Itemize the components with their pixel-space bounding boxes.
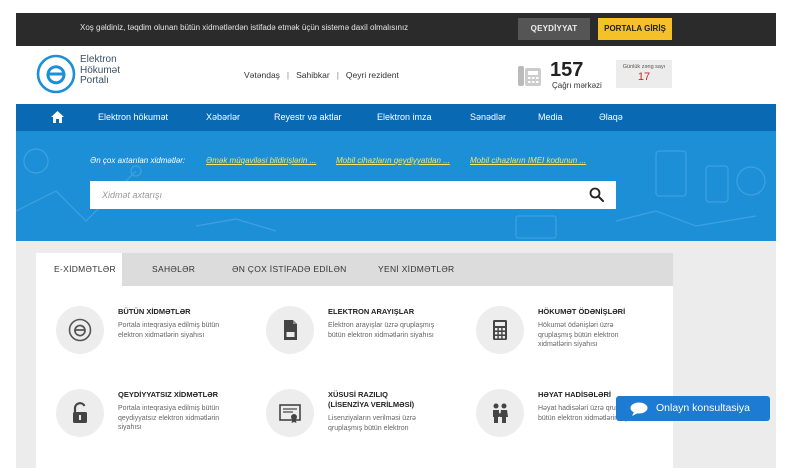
header: Elektron Hökumət Portalı Vətəndaş | Sahibk…: [16, 46, 776, 104]
phone-icon: [518, 66, 541, 86]
service-icon-circle: [476, 389, 524, 437]
tab-e-services[interactable]: E-XİDMƏTLƏR: [36, 253, 122, 286]
unlock-icon: [73, 402, 87, 423]
nav-item-e-signature[interactable]: Elektron imza: [377, 112, 432, 122]
tab-new-services[interactable]: YENİ XİDMƏTLƏR: [378, 253, 455, 286]
popular-service-link[interactable]: Əmək müqaviləsi bildirişlərin ...: [206, 156, 316, 165]
separator: |: [336, 70, 339, 80]
service-card-all[interactable]: BÜTÜN XİDMƏTLƏR Portala inteqrasiya edil…: [56, 306, 256, 376]
document-icon: [284, 320, 297, 340]
daily-calls-box: Günlük zəng sayı 17: [616, 60, 672, 88]
register-button[interactable]: QEYDİYYAT: [518, 18, 590, 40]
search-hero: Ən çox axtarılan xidmətlər: Əmək müqavil…: [16, 131, 776, 241]
nav-item-e-government[interactable]: Elektron hökumət: [98, 112, 168, 122]
service-title: HÖKUMƏT ÖDƏNİŞLƏRİ: [538, 307, 626, 316]
service-icon-circle: [266, 306, 314, 354]
daily-calls-label: Günlük zəng sayı: [622, 64, 666, 70]
popular-services-label: Ən çox axtarılan xidmətlər:: [90, 156, 186, 165]
service-title: HƏYAT HADİSƏLƏRİ: [538, 390, 612, 399]
call-center-number[interactable]: 157: [550, 59, 583, 82]
service-description: Lisenziyaların verilməsi üzrə qruplaşmış…: [328, 415, 416, 432]
popular-service-link[interactable]: Mobil cihazların qeydiyyatdan ...: [336, 156, 450, 165]
top-bar: Xoş gəldiniz, təqdim olunan bütün xidmət…: [16, 13, 776, 46]
service-title: XÜSUSİ RAZILIQ (LİSENZİYA VERİLMƏSİ): [328, 390, 415, 409]
main-nav: Elektron hökumət Xəbərlər Reyestr və akt…: [16, 104, 776, 131]
calculator-icon: [493, 320, 507, 340]
service-card-unregistered[interactable]: QEYDİYYATSIZ XİDMƏTLƏR Portala inteqrasi…: [56, 389, 256, 459]
separator: |: [286, 70, 290, 80]
user-type-citizen-link[interactable]: Vətəndaş: [244, 70, 280, 80]
nav-item-news[interactable]: Xəbərlər: [206, 112, 240, 122]
nav-item-contact[interactable]: Əlaqə: [599, 112, 623, 122]
tab-most-used[interactable]: ƏN ÇOX İSTİFADƏ EDİLƏN: [232, 253, 347, 286]
user-type-nav: Vətəndaş | Sahibkar | Qeyri rezident: [244, 70, 399, 80]
logo-line: Elektron: [80, 54, 117, 65]
service-title: QEYDİYYATSIZ XİDMƏTLƏR: [118, 390, 219, 399]
logo-text[interactable]: Elektron Hökumət Portalı: [80, 54, 120, 87]
service-icon-circle: [476, 306, 524, 354]
nav-item-documents[interactable]: Sənədlər: [470, 112, 506, 122]
logo-line: Portalı: [80, 75, 109, 86]
online-consultation-label: Onlayn konsultasiya: [656, 402, 750, 414]
service-description: Portala inteqrasiya edilmiş bütün qeydiy…: [118, 405, 220, 431]
daily-calls-value: 17: [637, 71, 651, 83]
user-type-entrepreneur-link[interactable]: Sahibkar: [296, 70, 330, 80]
chat-bubble-icon: [630, 402, 648, 416]
family-icon: [493, 403, 508, 423]
search-placeholder: Xidmət axtarışı: [102, 190, 163, 200]
nav-item-registry[interactable]: Reyestr və aktlar: [274, 112, 342, 122]
portal-page: Xoş gəldiniz, təqdim olunan bütün xidmət…: [16, 13, 776, 468]
portal-login-button[interactable]: PORTALA GİRİŞ: [598, 18, 672, 40]
service-title: ELEKTRON ARAYIŞLAR: [328, 307, 415, 316]
e-logo-icon: [68, 318, 92, 342]
service-card-licenses[interactable]: XÜSUSİ RAZILIQ (LİSENZİYA VERİLMƏSİ) Lis…: [266, 389, 466, 459]
service-card-payments[interactable]: HÖKUMƏT ÖDƏNİŞLƏRİ Hökumət ödənişləri üz…: [476, 306, 676, 376]
service-description: Elektron arayışlar üzrə qruplaşmış bütün…: [328, 322, 435, 339]
service-search-input[interactable]: Xidmət axtarışı: [90, 181, 616, 209]
popular-service-link[interactable]: Mobil cihazların IMEI kodunun ...: [470, 156, 586, 165]
call-center-label: Çağrı mərkəzi: [552, 81, 602, 90]
nav-item-media[interactable]: Media: [538, 112, 563, 122]
certificate-icon: [279, 404, 301, 423]
services-tabs: E-XİDMƏTLƏR SAHƏLƏR ƏN ÇOX İSTİFADƏ EDİL…: [36, 253, 673, 286]
service-icon-circle: [266, 389, 314, 437]
services-panel: BÜTÜN XİDMƏTLƏR Portala inteqrasiya edil…: [36, 286, 673, 468]
welcome-message: Xoş gəldiniz, təqdim olunan bütün xidmət…: [80, 23, 409, 32]
e-gov-logo-icon[interactable]: [36, 54, 76, 94]
online-consultation-button[interactable]: Onlayn konsultasiya: [616, 396, 770, 421]
home-icon[interactable]: [50, 110, 65, 124]
service-description: Portala inteqrasiya edilmiş bütün elektr…: [118, 322, 220, 339]
service-icon-circle: [56, 306, 104, 354]
user-type-nonresident-link[interactable]: Qeyri rezident: [346, 70, 399, 80]
service-title: BÜTÜN XİDMƏTLƏR: [118, 307, 191, 316]
service-card-certificates[interactable]: ELEKTRON ARAYIŞLAR Elektron arayışlar üz…: [266, 306, 466, 376]
services-section: E-XİDMƏTLƏR SAHƏLƏR ƏN ÇOX İSTİFADƏ EDİL…: [16, 241, 776, 468]
service-icon-circle: [56, 389, 104, 437]
search-icon[interactable]: [589, 187, 604, 202]
tab-areas[interactable]: SAHƏLƏR: [152, 253, 195, 286]
service-description: Hökumət ödənişləri üzrə qruplaşmış bütün…: [538, 322, 619, 348]
